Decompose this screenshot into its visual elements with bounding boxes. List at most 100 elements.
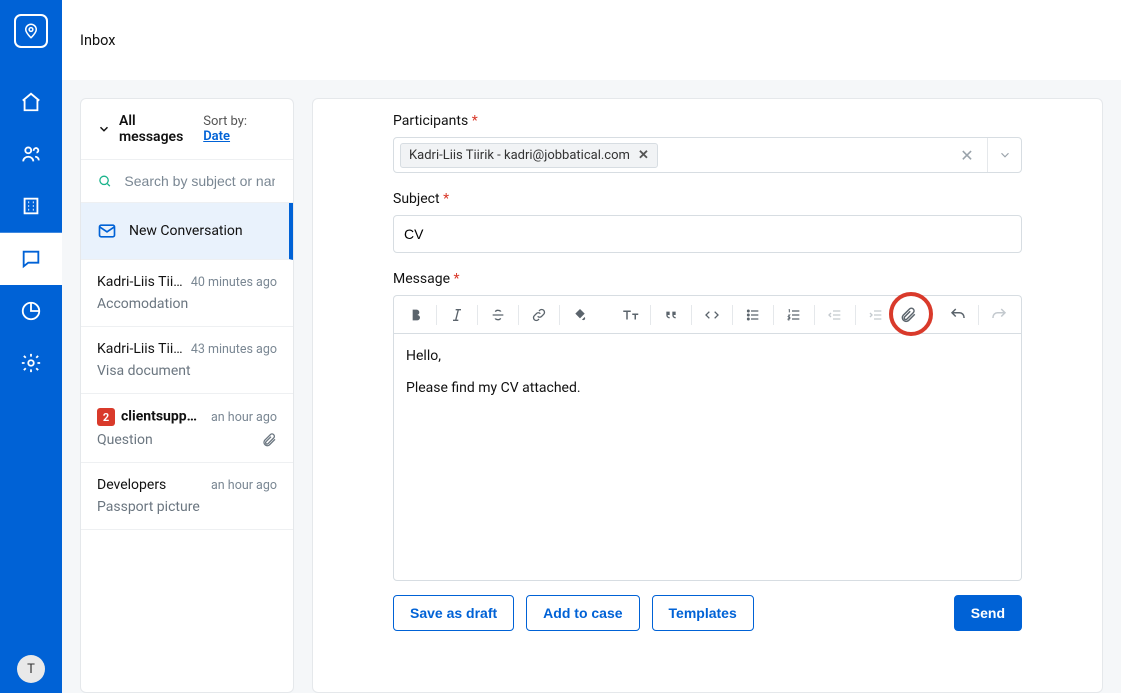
conv-title: Kadri-Liis Tiirik bbox=[97, 274, 183, 290]
strikethrough-icon bbox=[490, 307, 506, 323]
nav-people[interactable] bbox=[0, 128, 62, 180]
indent-icon bbox=[868, 307, 884, 323]
message-line: Please find my CV attached. bbox=[406, 380, 1009, 396]
indent-button[interactable] bbox=[860, 301, 892, 329]
code-icon bbox=[704, 307, 720, 323]
nav-reports[interactable] bbox=[0, 285, 62, 337]
new-conversation-item[interactable]: New Conversation bbox=[81, 203, 293, 260]
conv-time: an hour ago bbox=[211, 478, 277, 493]
strike-button[interactable] bbox=[482, 301, 514, 329]
inbox-header: All messages Sort by: Date bbox=[81, 99, 293, 159]
redo-button[interactable] bbox=[983, 301, 1015, 329]
undo-button[interactable] bbox=[942, 301, 974, 329]
participants-label: Participants * bbox=[393, 113, 1022, 129]
inbox-filter-label: All messages bbox=[119, 113, 203, 145]
link-button[interactable] bbox=[523, 301, 555, 329]
quote-button[interactable] bbox=[655, 301, 687, 329]
page-body: All messages Sort by: Date New Conversat… bbox=[62, 80, 1121, 693]
people-icon bbox=[20, 143, 42, 165]
inbox-panel: All messages Sort by: Date New Conversat… bbox=[80, 98, 294, 693]
envelope-icon bbox=[97, 221, 117, 241]
bullet-list-button[interactable] bbox=[737, 301, 769, 329]
italic-icon bbox=[449, 307, 465, 323]
unread-badge: 2 bbox=[97, 408, 115, 426]
new-conversation-label: New Conversation bbox=[129, 223, 243, 239]
compose-actions: Save as draft Add to case Templates Send bbox=[313, 581, 1102, 649]
participants-dropdown-caret[interactable] bbox=[987, 138, 1021, 172]
search-icon bbox=[97, 172, 112, 190]
add-to-case-button[interactable]: Add to case bbox=[526, 595, 639, 631]
app-logo bbox=[14, 14, 48, 48]
subject-input[interactable] bbox=[393, 215, 1022, 253]
outdent-button[interactable] bbox=[819, 301, 851, 329]
text-size-icon bbox=[621, 306, 639, 324]
message-label: Message * bbox=[393, 271, 1022, 287]
conv-subject: Question bbox=[97, 432, 153, 448]
gear-icon bbox=[20, 352, 42, 374]
ordered-list-button[interactable] bbox=[778, 301, 810, 329]
building-icon bbox=[20, 195, 42, 217]
conversation-item[interactable]: Developers an hour ago Passport picture bbox=[81, 463, 293, 530]
chevron-down-icon bbox=[998, 148, 1012, 162]
paperclip-icon bbox=[899, 306, 917, 324]
chevron-down-icon bbox=[97, 122, 111, 136]
participants-field[interactable]: Kadri-Liis Tiirik - kadri@jobbatical.com… bbox=[393, 137, 1022, 173]
conversation-item[interactable]: Kadri-Liis Tiirik 40 minutes ago Accomod… bbox=[81, 260, 293, 327]
textsize-button[interactable] bbox=[614, 301, 646, 329]
italic-button[interactable] bbox=[441, 301, 473, 329]
inbox-search bbox=[81, 159, 293, 203]
link-icon bbox=[531, 307, 547, 323]
required-mark: * bbox=[453, 271, 459, 287]
conv-subject: Accomodation bbox=[97, 296, 188, 312]
undo-icon bbox=[949, 306, 967, 324]
nav-inbox[interactable] bbox=[0, 233, 62, 285]
clear-participants-icon[interactable]: ✕ bbox=[953, 138, 981, 172]
nav-home[interactable] bbox=[0, 76, 62, 128]
subject-label: Subject * bbox=[393, 191, 1022, 207]
attach-button[interactable] bbox=[892, 301, 924, 329]
nav-settings[interactable] bbox=[0, 337, 62, 389]
required-mark: * bbox=[443, 191, 449, 207]
conv-subject: Passport picture bbox=[97, 499, 200, 515]
conv-title: Developers bbox=[97, 477, 166, 493]
paperclip-icon bbox=[261, 432, 277, 448]
message-line: Hello, bbox=[406, 348, 1009, 364]
conv-title: 2clientsupport@jobbatical.com, bbox=[97, 408, 203, 426]
templates-button[interactable]: Templates bbox=[652, 595, 754, 631]
left-nav-rail: T bbox=[0, 0, 62, 693]
quote-icon bbox=[663, 307, 679, 323]
sort-prefix: Sort by: bbox=[203, 114, 247, 129]
page-title: Inbox bbox=[80, 32, 115, 49]
conv-subject: Visa document bbox=[97, 363, 191, 379]
outdent-icon bbox=[827, 307, 843, 323]
bold-button[interactable] bbox=[400, 301, 432, 329]
message-editor[interactable]: Hello, Please find my CV attached. bbox=[393, 333, 1022, 581]
send-button[interactable]: Send bbox=[954, 595, 1022, 631]
inbox-sort: Sort by: Date bbox=[203, 114, 277, 144]
nav-buildings[interactable] bbox=[0, 180, 62, 232]
pin-icon bbox=[22, 22, 40, 40]
search-input[interactable] bbox=[122, 172, 277, 190]
topbar: Inbox bbox=[62, 0, 1121, 80]
conv-title: Kadri-Liis Tiirik, kadri germany bbox=[97, 341, 183, 357]
code-button[interactable] bbox=[696, 301, 728, 329]
user-avatar[interactable]: T bbox=[17, 655, 45, 683]
sort-link[interactable]: Date bbox=[203, 129, 230, 144]
required-mark: * bbox=[472, 113, 478, 129]
editor-toolbar bbox=[393, 295, 1022, 333]
conv-time: an hour ago bbox=[211, 410, 277, 425]
participant-chip: Kadri-Liis Tiirik - kadri@jobbatical.com… bbox=[400, 143, 658, 168]
conv-time: 43 minutes ago bbox=[191, 342, 277, 357]
home-icon bbox=[20, 91, 42, 113]
conversation-item[interactable]: Kadri-Liis Tiirik, kadri germany 43 minu… bbox=[81, 327, 293, 394]
inbox-filter[interactable]: All messages bbox=[97, 113, 203, 145]
paint-bucket-icon bbox=[572, 307, 588, 323]
conversation-item[interactable]: 2clientsupport@jobbatical.com, an hour a… bbox=[81, 394, 293, 463]
pie-chart-icon bbox=[20, 300, 42, 322]
bullet-list-icon bbox=[745, 307, 761, 323]
fill-button[interactable] bbox=[564, 301, 596, 329]
chip-remove-icon[interactable]: ✕ bbox=[638, 148, 649, 163]
redo-icon bbox=[990, 306, 1008, 324]
conv-time: 40 minutes ago bbox=[191, 275, 277, 290]
save-draft-button[interactable]: Save as draft bbox=[393, 595, 514, 631]
